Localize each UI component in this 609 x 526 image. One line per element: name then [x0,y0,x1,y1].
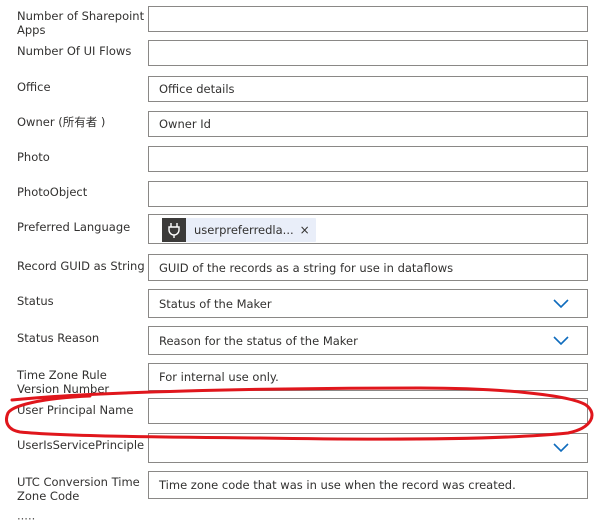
preferred-language-lookup[interactable]: userpreferredla... × [148,214,588,244]
utc-timezone-value: Time zone code that was in use when the … [159,478,516,492]
label-office: Office [17,80,51,94]
label-tzrule: Time Zone Rule Version Number [17,368,110,396]
status-value: Status of the Maker [159,296,272,311]
tz-rule-version-value: For internal use only. [159,370,279,384]
record-guid-value: GUID of the records as a string for use … [159,260,454,275]
tz-rule-version-input[interactable]: For internal use only. [148,363,588,391]
user-principal-name-input[interactable] [148,398,588,424]
label-utc: UTC Conversion Time Zone Code [17,475,140,503]
label-status: Status [17,294,54,308]
utc-timezone-input[interactable]: Time zone code that was in use when the … [148,471,588,499]
language-tag[interactable]: userpreferredla... × [162,218,316,242]
chevron-down-icon [553,443,569,453]
office-input[interactable]: Office details [148,76,588,102]
label-isservice: UserIsServicePrinciple [17,438,145,452]
language-tag-label: userpreferredla... [194,223,294,237]
owner-input[interactable]: Owner Id [148,111,588,137]
record-guid-input[interactable]: GUID of the records as a string for use … [148,254,588,281]
status-select[interactable]: Status of the Maker [148,289,588,318]
label-owner: Owner (所有者 ) [17,115,106,129]
status-reason-select[interactable]: Reason for the status of the Maker [148,326,588,355]
plug-icon [162,218,186,242]
remove-tag-button[interactable]: × [300,223,316,237]
label-photo: Photo [17,150,50,164]
label-cutoff: ····· [17,512,36,526]
sharepoint-apps-input[interactable] [148,6,588,32]
label-statusreason: Status Reason [17,331,100,345]
label-language: Preferred Language [17,220,131,234]
label-upn: User Principal Name [17,403,134,417]
label-uiflows: Number Of UI Flows [17,44,132,58]
owner-value: Owner Id [159,117,211,131]
ui-flows-input[interactable] [148,40,588,66]
photo-input[interactable] [148,146,588,172]
office-value: Office details [159,82,235,96]
label-photoobject: PhotoObject [17,185,88,199]
label-guid: Record GUID as String [17,259,145,273]
is-service-principle-select[interactable] [148,433,588,463]
photo-object-input[interactable] [148,181,588,207]
chevron-down-icon [553,335,569,345]
chevron-down-icon [553,298,569,308]
status-reason-value: Reason for the status of the Maker [159,333,358,348]
label-sharepoint: Number of Sharepoint Apps [17,9,145,37]
